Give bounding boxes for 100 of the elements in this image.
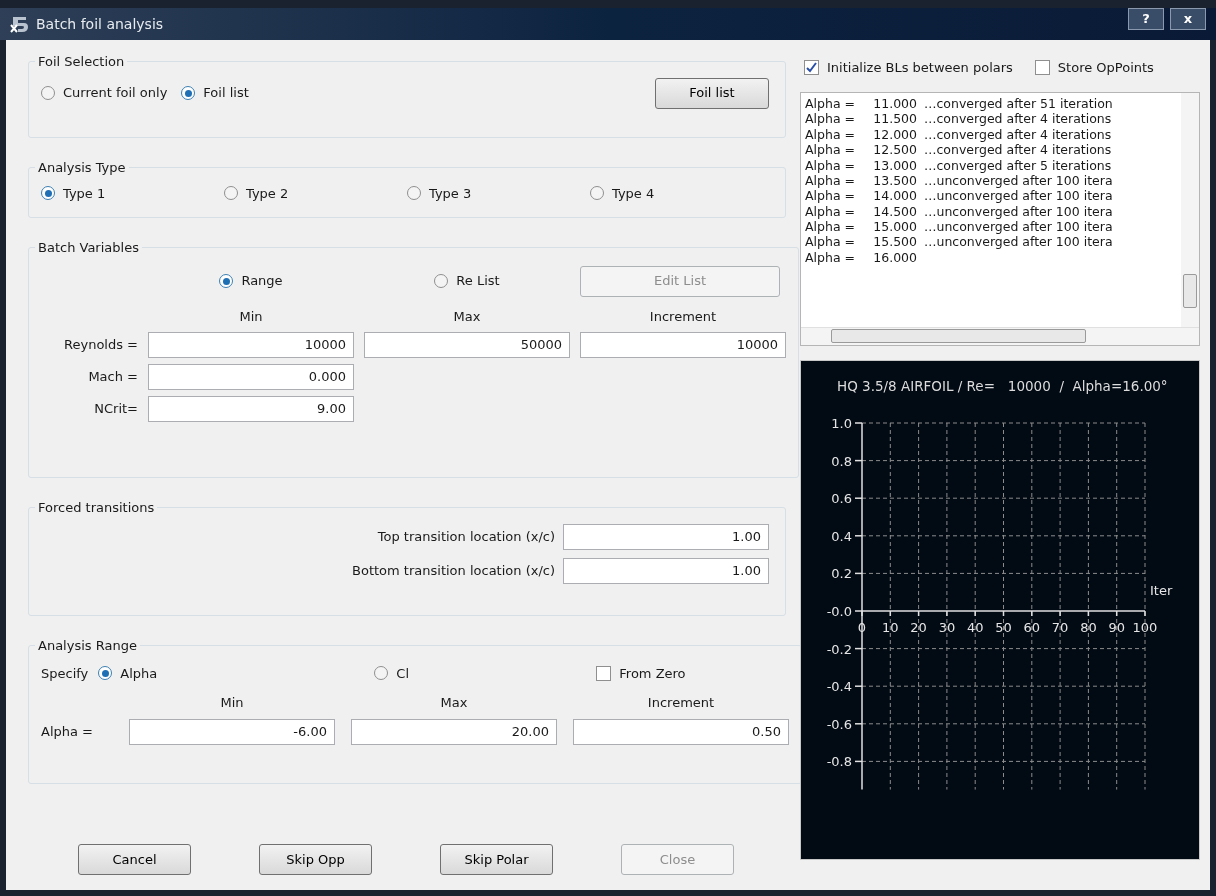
x-tick-label: 10 [882, 619, 899, 635]
column-header: Increment [649, 307, 717, 326]
scrollbar-thumb[interactable] [1183, 273, 1197, 308]
radio-button[interactable] [41, 186, 55, 201]
column-header: Min [220, 694, 244, 712]
x-tick-label: 100 [1132, 619, 1158, 635]
y-tick-label: -0.4 [826, 678, 852, 694]
log-message: …converged after 5 iterations [924, 159, 1112, 172]
field-label: NCrit= [94, 400, 138, 419]
x-tick-label: 30 [938, 619, 956, 635]
column-header: Max [453, 307, 481, 326]
log-value: 15.500 [872, 236, 917, 249]
input-field[interactable]: 20.00 [351, 718, 557, 745]
button[interactable]: Skip Opp [259, 844, 372, 875]
vertical-scrollbar[interactable] [1181, 92, 1199, 327]
group-title: Batch Variables [37, 239, 140, 257]
log-label: Alpha = [805, 174, 856, 188]
log-message: …converged after 4 iterations [924, 113, 1112, 126]
field-label: Bottom transition location (x/c) [352, 561, 555, 580]
log-value: 12.000 [872, 128, 917, 142]
scrollbar-thumb[interactable] [831, 329, 1086, 343]
radio-label: Type 3 [429, 184, 472, 203]
field-label: Reynolds = [64, 336, 138, 355]
log-message: …converged after 4 iterations [924, 128, 1112, 142]
title-bar-button[interactable]: x [1170, 8, 1206, 30]
radio-label: Range [241, 272, 283, 291]
log-message: …unconverged after 100 itera [924, 174, 1113, 188]
log-value: 13.500 [872, 174, 917, 188]
radio-button[interactable] [98, 666, 113, 681]
y-tick-label: 1.0 [831, 415, 852, 431]
title-bar-button[interactable]: ? [1128, 8, 1164, 30]
x-tick-label: 50 [995, 619, 1012, 635]
field-label: Specify [41, 664, 89, 683]
log-value: 13.000 [872, 159, 917, 172]
group-title: Foil Selection [37, 53, 126, 71]
radio-label: Cl [396, 664, 409, 683]
log-value: 16.000 [872, 251, 917, 265]
y-tick-label: 0.2 [831, 565, 852, 581]
x-tick-label: 60 [1023, 619, 1041, 635]
window-title: Batch foil analysis [36, 14, 164, 34]
checkbox[interactable] [596, 665, 612, 681]
radio-button[interactable] [219, 274, 234, 288]
radio-button[interactable] [224, 186, 238, 201]
radio-button[interactable] [590, 186, 604, 201]
button[interactable]: Foil list [655, 77, 769, 109]
input-field[interactable]: 10000 [148, 332, 354, 358]
group-title: Analysis Range [37, 637, 138, 655]
x-tick-label: 90 [1108, 619, 1125, 635]
x-tick-label: 20 [910, 619, 927, 635]
log-value: 14.500 [872, 205, 917, 219]
checkbox-label: From Zero [619, 664, 686, 683]
radio-button[interactable] [407, 186, 421, 201]
checkbox-label: Store OpPoints [1057, 59, 1154, 77]
log-value: 11.500 [872, 113, 917, 126]
log-label: Alpha = [805, 251, 856, 265]
input-field[interactable]: 1.00 [563, 523, 769, 550]
button[interactable]: Skip Polar [440, 844, 553, 875]
log-message: …unconverged after 100 itera [924, 221, 1113, 234]
log-label: Alpha = [805, 144, 856, 157]
input-field[interactable]: 50000 [364, 332, 570, 358]
log-value: 11.000 [872, 97, 917, 111]
radio-button[interactable] [181, 86, 196, 100]
log-label: Alpha = [805, 128, 856, 142]
checkbox[interactable] [804, 60, 819, 76]
log-value: 15.000 [872, 221, 917, 234]
checkbox[interactable] [1034, 60, 1050, 76]
log-message: …unconverged after 100 itera [924, 190, 1113, 203]
radio-label: Re List [456, 272, 500, 291]
log-value: 14.000 [872, 190, 917, 203]
input-field[interactable]: 9.00 [148, 396, 354, 422]
x-tick-label: 40 [966, 619, 984, 635]
input-field[interactable]: 0.50 [573, 718, 789, 745]
x-axis-label: Iter [1150, 582, 1173, 598]
horizontal-scrollbar[interactable] [801, 326, 1199, 345]
log-label: Alpha = [805, 205, 856, 219]
app-logo-icon [10, 15, 30, 33]
y-tick-label: -0.6 [826, 716, 852, 732]
log-label: Alpha = [805, 236, 856, 249]
input-field[interactable]: 0.000 [148, 364, 354, 390]
chart-title: HQ 3.5/8 AIRFOIL / Re= 10000 / Alpha=16.00° [837, 377, 1168, 394]
y-tick-label: -0.0 [826, 603, 852, 619]
column-header: Increment [647, 694, 715, 712]
input-field[interactable]: 1.00 [563, 557, 769, 584]
radio-label: Type 1 [63, 184, 106, 203]
column-header: Max [440, 694, 468, 712]
button[interactable]: Cancel [78, 844, 191, 875]
radio-button[interactable] [434, 274, 449, 288]
field-label: Mach = [88, 368, 138, 387]
input-field[interactable]: 10000 [580, 332, 786, 358]
field-label: Top transition location (x/c) [377, 527, 555, 546]
y-tick-label: -0.2 [826, 641, 852, 657]
radio-button[interactable] [374, 666, 389, 681]
radio-button[interactable] [41, 86, 55, 100]
x-tick-label: 70 [1051, 619, 1069, 635]
log-label: Alpha = [805, 221, 856, 234]
log-label: Alpha = [805, 97, 856, 111]
field-label: Alpha = [41, 722, 94, 741]
column-header: Min [239, 307, 263, 326]
input-field[interactable]: -6.00 [129, 718, 335, 745]
log-label: Alpha = [805, 159, 856, 172]
